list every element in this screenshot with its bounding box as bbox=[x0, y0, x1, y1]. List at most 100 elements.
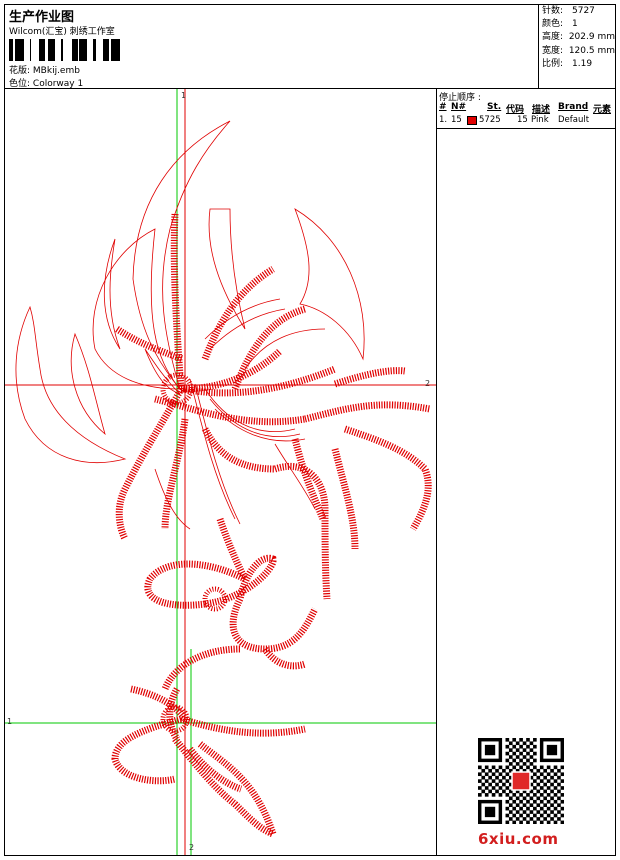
qr-module bbox=[488, 768, 492, 773]
qr-module bbox=[529, 741, 534, 746]
axis-label-top: 1 bbox=[181, 91, 187, 100]
barcode-bar bbox=[18, 39, 19, 61]
qr-module bbox=[519, 744, 523, 749]
qr-module bbox=[495, 768, 499, 773]
barcode-bar bbox=[108, 39, 109, 61]
qr-module bbox=[484, 786, 489, 790]
qr-module bbox=[533, 793, 537, 797]
stat-label: 颜色: bbox=[542, 19, 564, 30]
qr-module bbox=[550, 803, 554, 807]
design-label: 花版: bbox=[9, 66, 31, 76]
qr-module bbox=[491, 786, 496, 790]
qr-module bbox=[546, 799, 551, 804]
col-header-brand: Brand bbox=[558, 102, 589, 112]
qr-module bbox=[560, 786, 564, 790]
qr-finder-pattern bbox=[484, 744, 496, 756]
qr-module bbox=[498, 765, 503, 770]
qr-module bbox=[557, 796, 561, 801]
qr-module bbox=[539, 806, 544, 811]
qr-module bbox=[546, 765, 551, 770]
qr-module bbox=[533, 758, 537, 763]
qr-module bbox=[515, 741, 520, 746]
qr-module bbox=[536, 789, 541, 794]
qr-module bbox=[505, 744, 510, 749]
qr-module bbox=[553, 793, 558, 797]
qr-module bbox=[539, 779, 544, 783]
qr-module bbox=[560, 772, 564, 777]
qr-module bbox=[533, 765, 537, 770]
col-header-needle: N# bbox=[451, 102, 467, 112]
worksheet-subtitle: Wilcom(汇宝) 刺绣工作室 bbox=[9, 27, 115, 37]
qr-module bbox=[557, 803, 561, 807]
qr-module bbox=[526, 820, 530, 824]
qr-module bbox=[560, 779, 564, 783]
qr-module bbox=[512, 820, 517, 824]
qr-module bbox=[515, 803, 520, 807]
qr-module bbox=[553, 786, 558, 790]
qr-module bbox=[543, 775, 547, 780]
qr-module bbox=[505, 765, 510, 770]
qr-module bbox=[505, 806, 510, 811]
qr-module bbox=[502, 775, 506, 780]
qr-module bbox=[481, 782, 486, 787]
qr-module bbox=[560, 793, 564, 797]
qr-module bbox=[505, 793, 510, 797]
qr-module bbox=[546, 820, 551, 824]
stat-value: 202.9 mm bbox=[568, 32, 615, 43]
qr-module bbox=[505, 820, 510, 824]
qr-module bbox=[519, 806, 523, 811]
qr-module bbox=[522, 796, 527, 801]
barcode-bar bbox=[19, 39, 21, 61]
barcode-bar bbox=[114, 39, 115, 61]
qr-module bbox=[484, 793, 489, 797]
qr-module bbox=[519, 820, 523, 824]
qr-module bbox=[478, 793, 482, 797]
qr-module bbox=[488, 782, 492, 787]
stat-row: 比例: 1.19 bbox=[542, 58, 615, 71]
barcode-bar bbox=[105, 39, 108, 61]
qr-module bbox=[546, 779, 551, 783]
barcode-bar bbox=[49, 39, 51, 61]
qr-module bbox=[560, 820, 564, 824]
colorway-label: 色位: bbox=[9, 79, 31, 89]
qr-module bbox=[533, 820, 537, 824]
qr-module bbox=[529, 817, 534, 821]
qr-module bbox=[557, 775, 561, 780]
barcode-bar bbox=[39, 39, 42, 61]
qr-module bbox=[533, 751, 537, 756]
qr-module bbox=[505, 751, 510, 756]
qr-module bbox=[508, 762, 513, 766]
row-code: 5725 bbox=[479, 115, 501, 125]
qr-module bbox=[519, 758, 523, 763]
colorway-value: Colorway 1 bbox=[32, 79, 84, 89]
qr-module bbox=[536, 768, 541, 773]
qr-module bbox=[498, 793, 503, 797]
col-header-code: 代码 bbox=[506, 105, 525, 115]
stat-label: 高度: bbox=[542, 32, 564, 43]
qr-module bbox=[543, 803, 547, 807]
stat-label: 比例: bbox=[542, 58, 564, 69]
axis-label-right: 2 bbox=[425, 379, 431, 388]
qr-module bbox=[553, 813, 558, 818]
qr-module bbox=[543, 810, 547, 814]
qr-module bbox=[543, 768, 547, 773]
qr-code bbox=[478, 738, 564, 824]
qr-module bbox=[505, 758, 510, 763]
qr-module bbox=[478, 779, 482, 783]
qr-module bbox=[550, 789, 554, 794]
stat-value: 120.5 mm bbox=[568, 45, 615, 56]
qr-module bbox=[502, 768, 506, 773]
qr-module bbox=[539, 786, 544, 790]
qr-module bbox=[539, 793, 544, 797]
qr-module bbox=[491, 772, 496, 777]
qr-module bbox=[526, 738, 530, 742]
qr-module bbox=[553, 820, 558, 824]
qr-module bbox=[526, 813, 530, 818]
qr-module bbox=[536, 817, 541, 821]
barcode-bar bbox=[42, 39, 43, 61]
qr-module bbox=[508, 817, 513, 821]
qr-module bbox=[515, 817, 520, 821]
qr-module bbox=[560, 806, 564, 811]
qr-module bbox=[553, 806, 558, 811]
qr-module bbox=[546, 806, 551, 811]
